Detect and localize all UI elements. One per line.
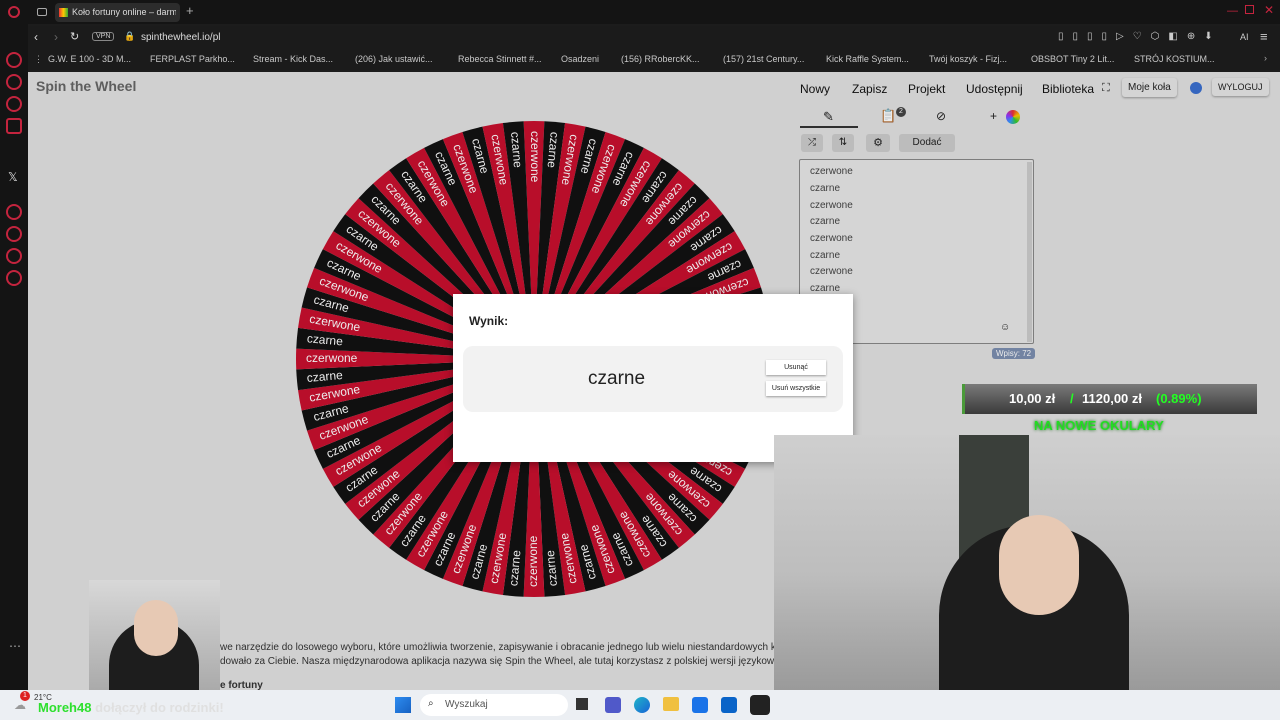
window-close-button[interactable]: ✕: [1264, 3, 1274, 17]
bookmarks-overflow-icon[interactable]: ›: [1264, 53, 1267, 63]
bookmark-item[interactable]: FERPLAST Parkho...: [150, 54, 235, 64]
more-icon[interactable]: ⋯: [9, 639, 21, 653]
donation-goal: 1120,00 zł: [1082, 391, 1142, 406]
opera-logo-icon[interactable]: [8, 6, 20, 18]
toolbar-icons: ▯▯▯▯▷♡⬡◧⊕⬇: [1058, 31, 1222, 42]
donation-progress-fill: [962, 384, 965, 414]
search-icon: ⌕: [428, 698, 434, 709]
lock-icon: 🔒: [124, 31, 136, 41]
aria-icon[interactable]: [6, 52, 22, 68]
result-panel: czarne Usunąć Usuń wszystkie: [463, 346, 843, 412]
donation-percent: (0.89%): [1156, 391, 1202, 406]
notification-badge: 1: [20, 691, 30, 701]
bookmark-item[interactable]: (156) RRobercKK...: [621, 54, 700, 64]
instagram-icon[interactable]: [6, 118, 22, 134]
messenger-icon[interactable]: [6, 74, 22, 90]
url-field[interactable]: spinthewheel.io/pl: [141, 32, 221, 43]
new-tab-button[interactable]: +: [186, 3, 194, 18]
active-tab[interactable]: Koło fortuny online – darmo: [55, 3, 180, 22]
bookmark-item[interactable]: Kick Raffle System...: [826, 54, 909, 64]
bookmarks-bar: ⋮ G.W. E 100 - 3D M... FERPLAST Parkho..…: [28, 50, 1280, 70]
remove-button[interactable]: Usunąć: [766, 360, 826, 375]
bookmark-item[interactable]: (157) 21st Century...: [723, 54, 804, 64]
whatsapp-icon[interactable]: [6, 96, 22, 112]
bookmark-item[interactable]: Twój koszyk - Fizj...: [929, 54, 1007, 64]
reload-icon[interactable]: ↻: [70, 30, 79, 43]
back-icon[interactable]: ‹: [34, 30, 38, 44]
bookmarks-icon[interactable]: [6, 248, 22, 264]
search-placeholder: Wyszukaj: [445, 699, 488, 710]
taskbar-search[interactable]: ⌕ Wyszukaj: [420, 694, 568, 716]
follow-message: dołączył do rodzinki!: [95, 700, 224, 715]
teams-icon[interactable]: [605, 697, 621, 713]
bookmark-item[interactable]: Stream - Kick Das...: [253, 54, 333, 64]
bookmarks-grid-icon[interactable]: ⋮: [34, 54, 43, 65]
address-bar: ‹ › ↻ VPN 🔒 spinthewheel.io/pl ▯▯▯▯▷♡⬡◧⊕…: [28, 26, 1280, 50]
window-maximize-button[interactable]: [1245, 5, 1254, 14]
webcam-face: [999, 515, 1079, 615]
menu-icon[interactable]: ≡: [1260, 29, 1268, 44]
donation-goal-widget: 10,00 zł / 1120,00 zł (0.89%): [962, 384, 1257, 414]
vpn-badge[interactable]: VPN: [92, 32, 115, 41]
ai-button[interactable]: AI: [1240, 32, 1249, 42]
history-icon[interactable]: [6, 204, 22, 220]
bookmark-item[interactable]: Rebecca Stinnett #...: [458, 54, 542, 64]
outlook-icon[interactable]: [721, 697, 737, 713]
file-explorer-icon[interactable]: [663, 697, 679, 711]
donation-amount: 10,00 zł: [1009, 391, 1056, 406]
bookmark-item[interactable]: OBSBOT Tiny 2 Lit...: [1031, 54, 1114, 64]
store-icon[interactable]: [692, 697, 708, 713]
settings-icon[interactable]: [6, 270, 22, 286]
goal-title: NA NOWE OKULARY: [1034, 418, 1164, 433]
modal-title: Wynik:: [469, 314, 509, 328]
tab-manager-icon[interactable]: [37, 8, 47, 16]
opera-sidebar: 𝕏 ⋯: [0, 24, 28, 690]
edge-icon[interactable]: [634, 697, 650, 713]
forward-icon[interactable]: ›: [54, 30, 58, 44]
tab-favicon: [59, 8, 68, 17]
webcam-feed: [774, 435, 1280, 690]
tab-title: Koło fortuny online – darmo: [72, 7, 176, 17]
webcam-secondary-face: [134, 600, 178, 656]
donation-separator: /: [1070, 391, 1074, 406]
start-button[interactable]: [395, 697, 411, 713]
bookmark-item[interactable]: G.W. E 100 - 3D M...: [48, 54, 131, 64]
remove-all-button[interactable]: Usuń wszystkie: [766, 381, 826, 396]
follower-name: Moreh48: [38, 700, 92, 715]
browser-tab-bar: Koło fortuny online – darmo + — ✕: [0, 0, 1280, 24]
x-twitter-icon[interactable]: 𝕏: [8, 170, 18, 184]
bookmark-item[interactable]: Osadzeni: [561, 54, 599, 64]
opera-taskbar-icon[interactable]: [750, 695, 770, 715]
bookmark-item[interactable]: (206) Jak ustawić...: [355, 54, 433, 64]
clock-icon[interactable]: [6, 226, 22, 242]
follow-alert: Moreh48 dołączył do rodzinki!: [38, 700, 224, 715]
result-value: czarne: [588, 368, 646, 389]
window-minimize-button[interactable]: —: [1227, 5, 1238, 17]
webcam-secondary-feed: [89, 580, 220, 695]
bookmark-item[interactable]: STRÓJ KOSTIUM...: [1134, 54, 1215, 64]
task-view-icon[interactable]: [576, 698, 588, 710]
